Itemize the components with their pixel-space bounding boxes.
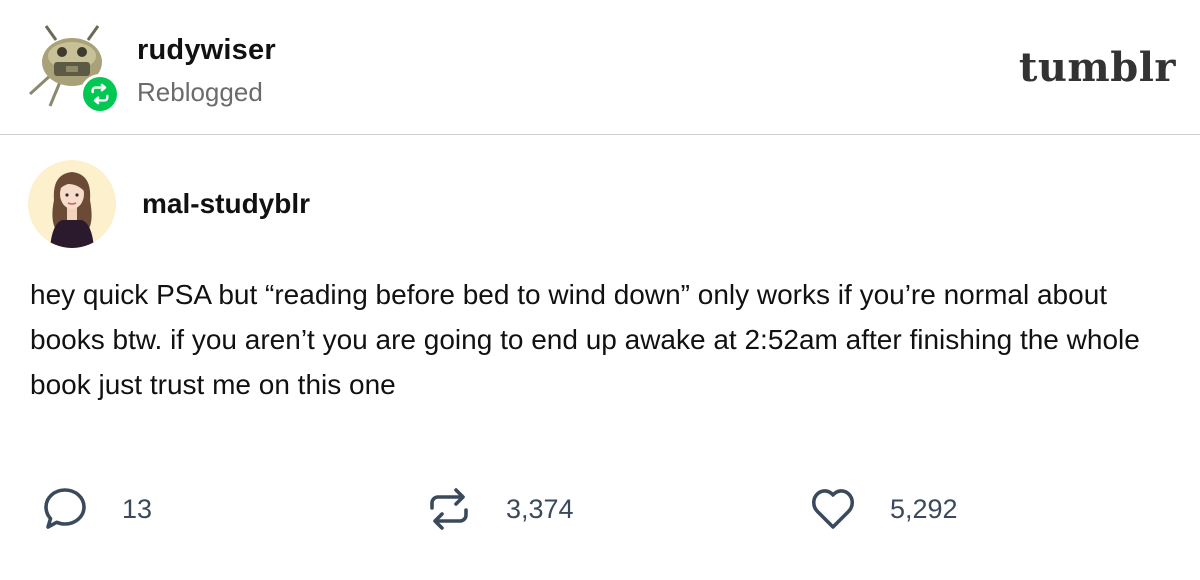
post-author-username[interactable]: mal-studyblr	[142, 188, 310, 220]
reblog-badge	[80, 74, 120, 114]
reblog-icon	[83, 77, 117, 111]
reblog-arrows-icon[interactable]	[424, 484, 474, 534]
like-action[interactable]: 5,292	[808, 482, 958, 536]
post-header: rudywiser Reblogged tumblr	[0, 0, 1200, 135]
girl-avatar-illustration	[50, 172, 94, 248]
heart-icon[interactable]	[808, 484, 858, 534]
reblog-count: 3,374	[506, 493, 574, 524]
author-avatar[interactable]	[28, 160, 116, 248]
reblogger-username[interactable]: rudywiser	[137, 34, 276, 67]
reblog-status-label: Reblogged	[137, 77, 263, 107]
tumblr-logo: tumblr	[1018, 44, 1176, 91]
like-count: 5,292	[890, 493, 958, 524]
comment-action[interactable]: 13	[40, 482, 152, 536]
reblog-action[interactable]: 3,374	[424, 482, 574, 536]
comment-count: 13	[122, 493, 153, 524]
post-text: hey quick PSA but “reading before bed to…	[30, 279, 1140, 400]
comment-bubble-icon[interactable]	[40, 484, 90, 534]
